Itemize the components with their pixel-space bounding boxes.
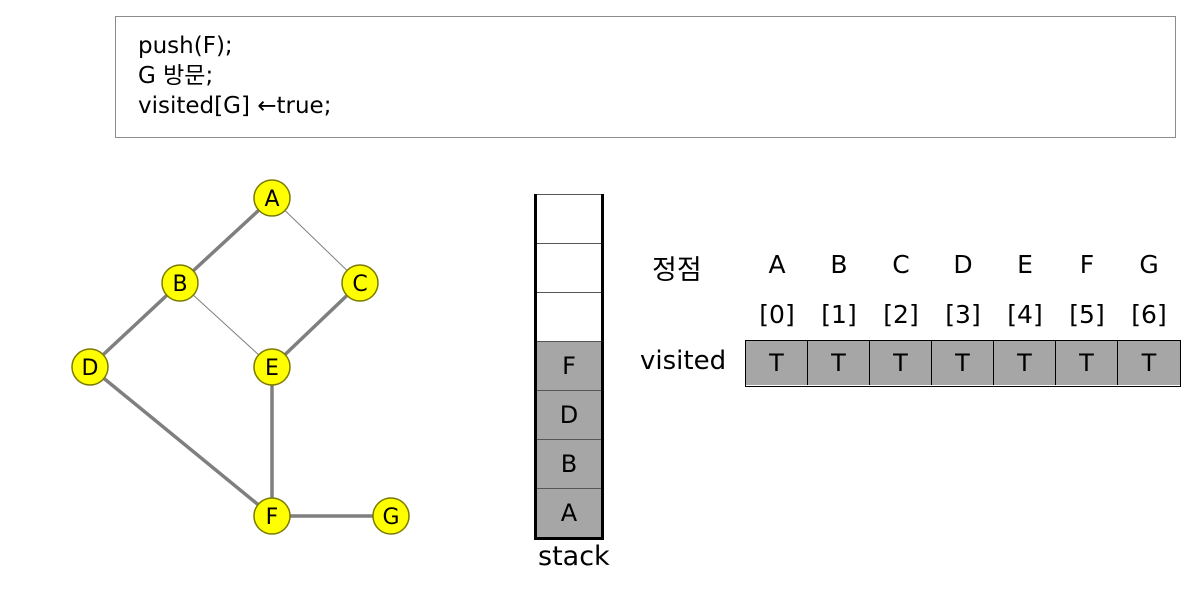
- vertex-index-C: [2]: [883, 300, 919, 329]
- stack-label: stack: [538, 541, 610, 572]
- stack-slot-empty: [537, 292, 601, 341]
- stack-item: B: [537, 439, 601, 488]
- graph: A B C D E F G: [71, 179, 410, 535]
- node-E: E: [253, 348, 291, 386]
- node-A: A: [253, 179, 291, 217]
- visited-cell-E: T: [994, 341, 1056, 385]
- node-label-E: E: [265, 356, 279, 381]
- vertex-index-G: [6]: [1131, 300, 1167, 329]
- node-G: G: [372, 497, 410, 535]
- node-label-D: D: [82, 356, 99, 381]
- node-C: C: [341, 264, 379, 302]
- visited-cell-D: T: [932, 341, 994, 385]
- edge-A-B: [178, 196, 274, 285]
- vertex-name-A: A: [768, 250, 786, 279]
- vertex-index-D: [3]: [945, 300, 981, 329]
- node-label-A: A: [264, 187, 279, 212]
- vertex-header: 정점: [652, 255, 702, 286]
- vertex-index-E: [4]: [1007, 300, 1043, 329]
- vertex-index-F: [5]: [1069, 300, 1105, 329]
- node-label-B: B: [172, 272, 187, 297]
- visited-cell-F: T: [1056, 341, 1118, 385]
- stack-item: F: [537, 341, 601, 390]
- vertex-index-B: [1]: [821, 300, 857, 329]
- vertex-name-F: F: [1079, 250, 1095, 279]
- node-label-C: C: [352, 272, 367, 297]
- vertex-name-D: D: [953, 250, 973, 279]
- node-F: F: [253, 497, 291, 535]
- edge-D-F: [88, 365, 274, 518]
- visited-array: TTTTTTT: [745, 340, 1181, 387]
- visited-cell-C: T: [870, 341, 932, 385]
- visited-cell-A: T: [746, 341, 808, 385]
- vertex-name-C: C: [892, 250, 910, 279]
- vertex-name-E: E: [1017, 250, 1033, 279]
- stack: ABDF: [534, 194, 604, 540]
- stack-slot-empty: [537, 194, 601, 243]
- vertex-name-B: B: [830, 250, 848, 279]
- visited-label: visited: [640, 346, 727, 376]
- vertex-index-A: [0]: [759, 300, 795, 329]
- visited-cell-B: T: [808, 341, 870, 385]
- node-label-G: G: [382, 505, 399, 530]
- node-B: B: [161, 264, 199, 302]
- stack-item: D: [537, 390, 601, 439]
- vertex-name-G: G: [1139, 250, 1159, 279]
- stack-slot-empty: [537, 243, 601, 292]
- visited-cell-G: T: [1118, 341, 1180, 385]
- stack-item: A: [537, 488, 601, 537]
- node-label-F: F: [266, 505, 279, 530]
- node-D: D: [71, 348, 109, 386]
